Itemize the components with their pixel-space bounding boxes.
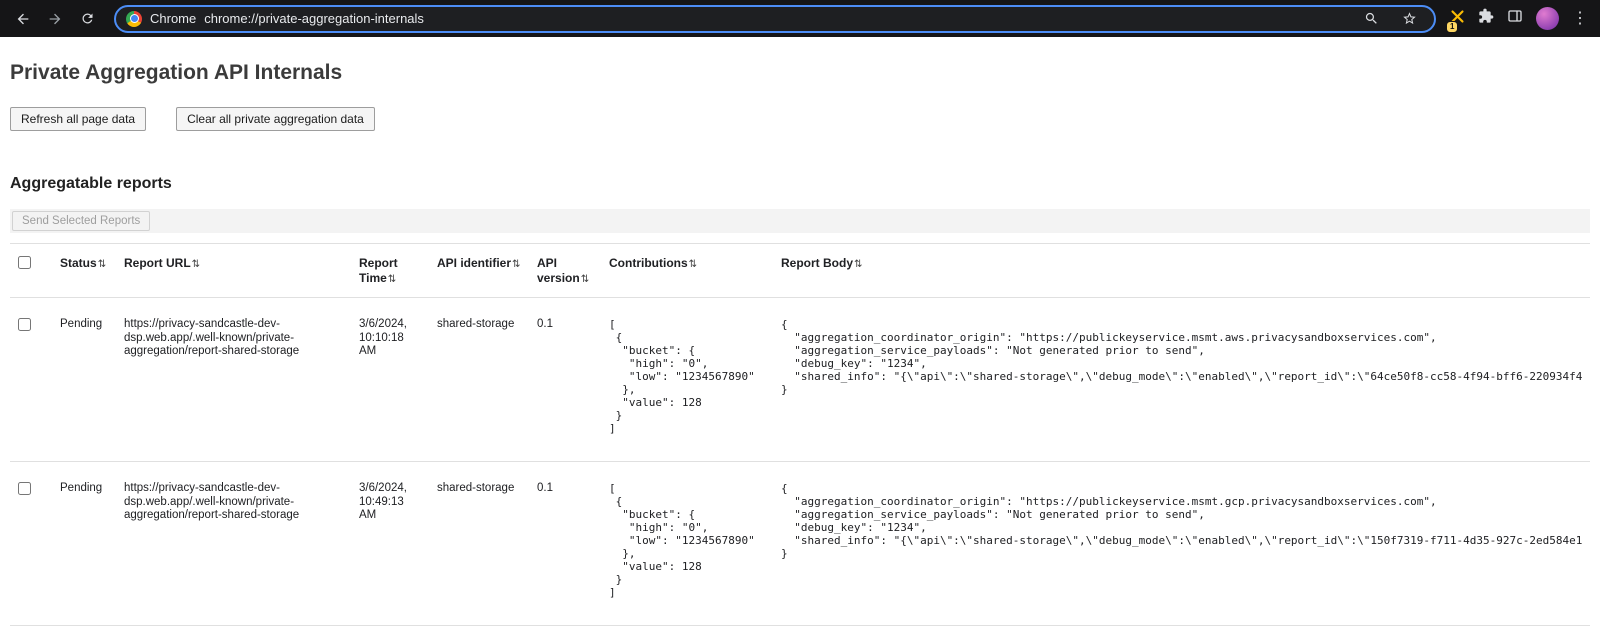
refresh-all-button[interactable]: Refresh all page data [10,107,146,131]
reports-toolbar: Send Selected Reports [10,209,1590,233]
sort-icon: ⇅ [854,259,862,270]
omnibox[interactable]: Chrome chrome://private-aggregation-inte… [114,5,1436,33]
extension-badge: 1 [1446,21,1458,33]
forward-icon[interactable] [40,4,70,34]
browser-menu-icon[interactable]: ⋮ [1572,11,1588,27]
row-checkbox[interactable] [18,318,31,331]
report-time-cell: 3/6/2024, 10:49:13 AM [351,462,429,626]
header-api-identifier[interactable]: API identifier⇅ [429,244,529,298]
page-title: Private Aggregation API Internals [10,61,1590,85]
header-contributions[interactable]: Contributions⇅ [601,244,773,298]
api-version-cell: 0.1 [529,462,601,626]
sort-icon: ⇅ [388,274,396,285]
url-text[interactable]: chrome://private-aggregation-internals [204,11,424,26]
browser-toolbar: Chrome chrome://private-aggregation-inte… [0,0,1600,37]
sort-icon: ⇅ [192,259,200,270]
status-cell: Pending [52,298,116,462]
row-checkbox[interactable] [18,482,31,495]
table-row: Pending https://privacy-sandcastle-dev-d… [10,462,1590,626]
extensions-puzzle-icon[interactable] [1478,8,1494,29]
report-url-cell: https://privacy-sandcastle-dev-dsp.web.a… [116,462,351,626]
select-all-checkbox[interactable] [18,256,31,269]
reload-icon[interactable] [72,4,102,34]
page-actions: Refresh all page data Clear all private … [10,107,1590,131]
send-selected-reports-button[interactable]: Send Selected Reports [12,211,150,231]
sort-icon: ⇅ [689,259,697,270]
aggregatable-reports-table: Status⇅ Report URL⇅ Report Time⇅ API ide… [10,243,1590,626]
sort-icon: ⇅ [98,259,106,270]
clear-all-button[interactable]: Clear all private aggregation data [176,107,375,131]
report-url-cell: https://privacy-sandcastle-dev-dsp.web.a… [116,298,351,462]
api-identifier-cell: shared-storage [429,462,529,626]
header-report-body[interactable]: Report Body⇅ [773,244,1590,298]
header-report-url[interactable]: Report URL⇅ [116,244,351,298]
sort-icon: ⇅ [581,274,589,285]
header-status[interactable]: Status⇅ [52,244,116,298]
header-report-time[interactable]: Report Time⇅ [351,244,429,298]
bookmark-star-icon[interactable] [1394,4,1424,34]
chrome-logo-icon [126,11,142,27]
table-row: Pending https://privacy-sandcastle-dev-d… [10,298,1590,462]
search-icon[interactable] [1356,4,1386,34]
table-header-row: Status⇅ Report URL⇅ Report Time⇅ API ide… [10,244,1590,298]
chrome-label: Chrome [150,11,196,26]
side-panel-icon[interactable] [1507,8,1523,29]
section-title: Aggregatable reports [10,175,1590,193]
extension-action-icon[interactable]: 1 [1450,9,1465,29]
status-cell: Pending [52,462,116,626]
row-select-cell [10,298,52,462]
report-body-cell: { "aggregation_coordinator_origin": "htt… [773,462,1590,626]
api-version-cell: 0.1 [529,298,601,462]
header-api-version[interactable]: API version⇅ [529,244,601,298]
contributions-cell: [ { "bucket": { "high": "0", "low": "123… [601,462,773,626]
sort-icon: ⇅ [512,259,520,270]
row-select-cell [10,462,52,626]
page-content: Private Aggregation API Internals Refres… [0,61,1600,626]
back-icon[interactable] [8,4,38,34]
contributions-cell: [ { "bucket": { "high": "0", "low": "123… [601,298,773,462]
report-body-cell: { "aggregation_coordinator_origin": "htt… [773,298,1590,462]
api-identifier-cell: shared-storage [429,298,529,462]
profile-avatar[interactable] [1536,7,1559,30]
select-all-header [10,244,52,298]
report-time-cell: 3/6/2024, 10:10:18 AM [351,298,429,462]
